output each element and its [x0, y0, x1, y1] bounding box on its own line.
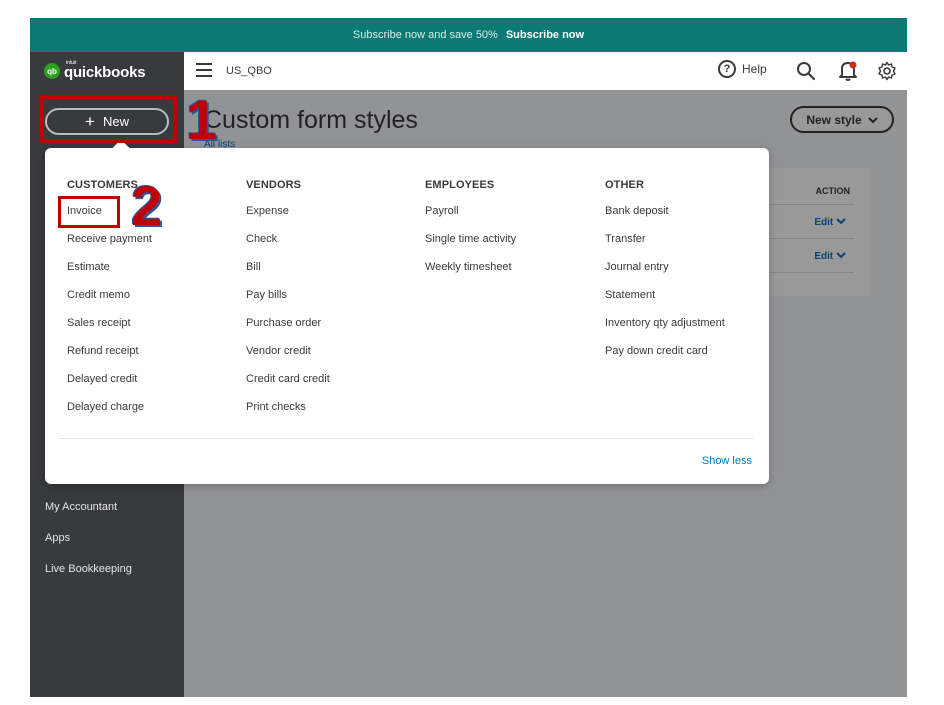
quickbooks-wordmark: quickbooks [64, 63, 146, 81]
promo-text: Subscribe now and save 50% [352, 29, 498, 41]
help-button[interactable]: ? Help [718, 60, 767, 78]
quickbooks-logo-icon: qb [44, 63, 60, 79]
logo[interactable]: qb intuit quickbooks [30, 52, 184, 90]
sidebar-item-my-accountant[interactable]: My Accountant [45, 501, 117, 513]
menu-item-bank-deposit[interactable]: Bank deposit [605, 204, 725, 232]
menu-item-sales-receipt[interactable]: Sales receipt [67, 316, 152, 344]
bell-icon[interactable] [838, 60, 858, 82]
search-icon[interactable] [796, 61, 816, 81]
menu-item-delayed-charge[interactable]: Delayed charge [67, 400, 152, 428]
help-label: Help [742, 62, 767, 76]
promo-banner: Subscribe now and save 50% Subscribe now [30, 18, 907, 52]
menu-item-delayed-credit[interactable]: Delayed credit [67, 372, 152, 400]
menu-item-vendor-credit[interactable]: Vendor credit [246, 344, 330, 372]
question-icon: ? [718, 60, 736, 78]
menu-item-expense[interactable]: Expense [246, 204, 330, 232]
menu-item-estimate[interactable]: Estimate [67, 260, 152, 288]
menu-item-purchase-order[interactable]: Purchase order [246, 316, 330, 344]
menu-item-inventory-qty-adjustment[interactable]: Inventory qty adjustment [605, 316, 725, 344]
menu-item-credit-card-credit[interactable]: Credit card credit [246, 372, 330, 400]
sidebar-item-apps[interactable]: Apps [45, 532, 70, 544]
menu-column-vendors: VENDORS Expense Check Bill Pay bills Pur… [246, 179, 330, 428]
sidebar-item-live-bookkeeping[interactable]: Live Bookkeeping [45, 563, 132, 575]
menu-item-print-checks[interactable]: Print checks [246, 400, 330, 428]
menu-item-statement[interactable]: Statement [605, 288, 725, 316]
menu-divider [59, 438, 753, 439]
menu-item-bill[interactable]: Bill [246, 260, 330, 288]
annotation-highlight-new-button [39, 95, 177, 143]
menu-heading-other: OTHER [605, 179, 644, 191]
company-name[interactable]: US_QBO [226, 65, 272, 77]
menu-item-pay-down-credit-card[interactable]: Pay down credit card [605, 344, 725, 372]
menu-item-credit-memo[interactable]: Credit memo [67, 288, 152, 316]
menu-item-refund-receipt[interactable]: Refund receipt [67, 344, 152, 372]
subscribe-link[interactable]: Subscribe now [506, 29, 584, 41]
show-less-link[interactable]: Show less [702, 455, 752, 467]
menu-column-other: OTHER Bank deposit Transfer Journal entr… [605, 179, 725, 372]
annotation-step-2: 2 [131, 174, 163, 237]
menu-item-pay-bills[interactable]: Pay bills [246, 288, 330, 316]
menu-item-payroll[interactable]: Payroll [425, 204, 516, 232]
app-window: Subscribe now and save 50% Subscribe now… [30, 18, 907, 697]
menu-column-employees: EMPLOYEES Payroll Single time activity W… [425, 179, 516, 288]
menu-item-journal-entry[interactable]: Journal entry [605, 260, 725, 288]
menu-item-check[interactable]: Check [246, 232, 330, 260]
menu-item-single-time-activity[interactable]: Single time activity [425, 232, 516, 260]
menu-heading-vendors: VENDORS [246, 179, 302, 191]
menu-item-weekly-timesheet[interactable]: Weekly timesheet [425, 260, 516, 288]
top-bar: qb intuit quickbooks US_QBO ? Help [30, 52, 907, 90]
gear-icon[interactable] [877, 61, 897, 81]
annotation-step-1: 1 [186, 88, 218, 151]
menu-item-transfer[interactable]: Transfer [605, 232, 725, 260]
annotation-highlight-invoice [58, 196, 120, 228]
hamburger-menu-icon[interactable] [196, 63, 212, 77]
menu-heading-employees: EMPLOYEES [425, 179, 495, 191]
